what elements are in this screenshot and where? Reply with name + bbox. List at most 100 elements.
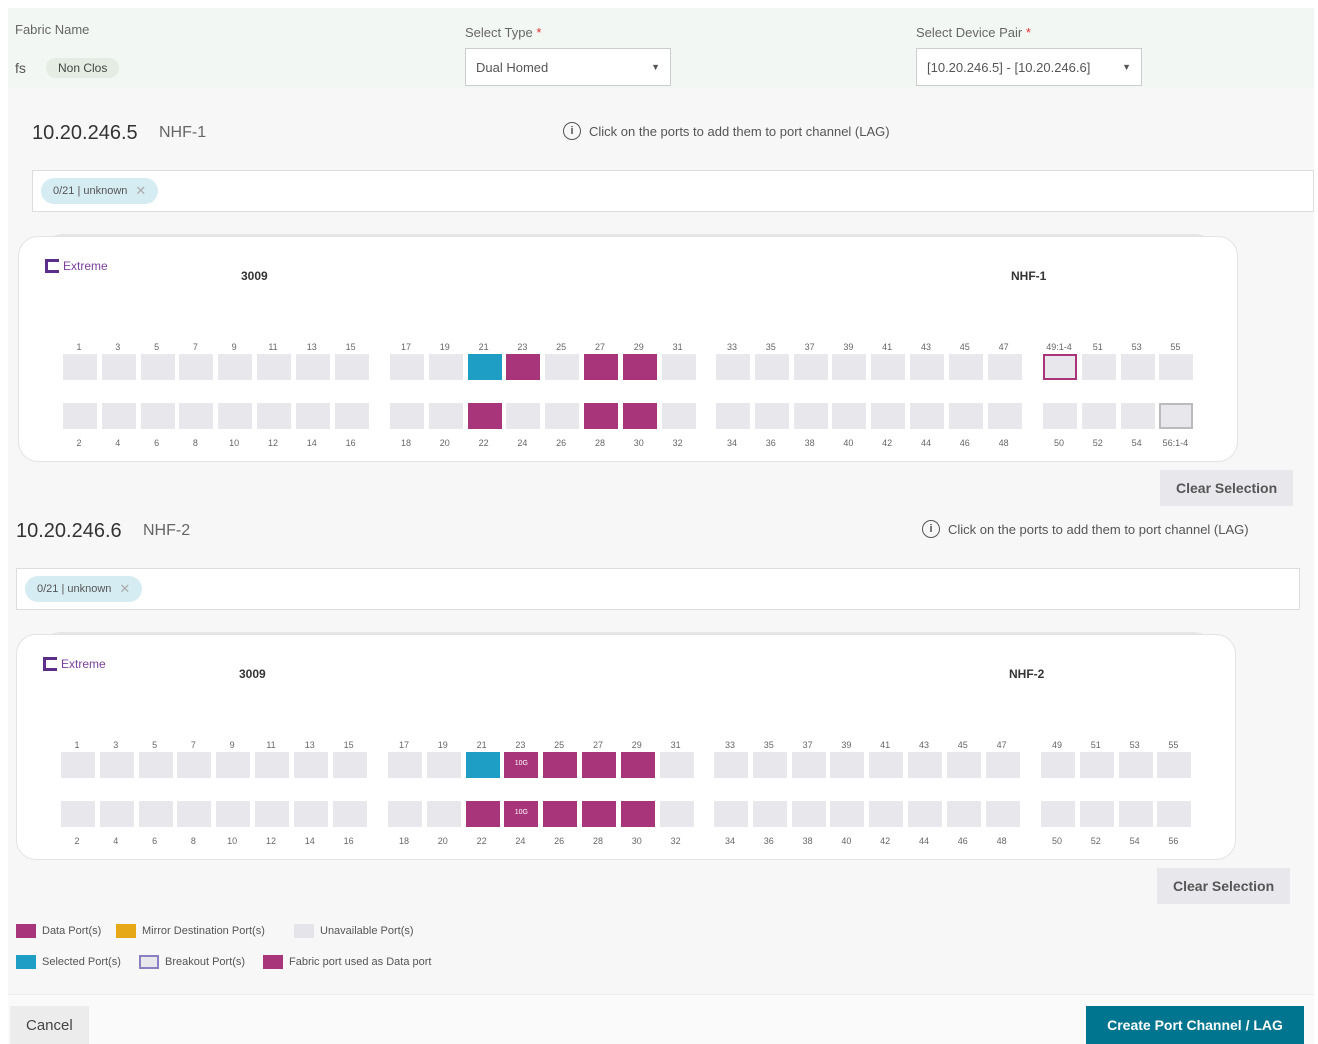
lag-port-input[interactable]: 0/21 | unknown ✕ [32,170,1314,212]
switch-port[interactable] [61,801,95,827]
switch-port[interactable] [869,752,904,778]
switch-port[interactable] [830,752,865,778]
switch-port[interactable] [752,801,787,827]
switch-port[interactable] [140,403,175,429]
switch-port[interactable] [426,801,461,827]
switch-port[interactable] [791,752,826,778]
switch-port[interactable] [1118,752,1153,778]
switch-port[interactable] [257,403,291,429]
switch-port[interactable] [754,354,789,380]
switch-port[interactable] [465,801,500,827]
switch-port[interactable] [218,354,253,380]
switch-port[interactable] [426,752,461,778]
switch-port[interactable] [506,354,541,380]
switch-port[interactable] [334,403,369,429]
switch-port[interactable] [832,354,867,380]
switch-port[interactable] [216,752,251,778]
switch-port[interactable] [871,354,906,380]
switch-port[interactable] [1157,752,1192,778]
switch-port[interactable] [910,354,944,380]
switch-port[interactable] [620,801,655,827]
create-port-channel-button[interactable]: Create Port Channel / LAG [1086,1006,1304,1044]
remove-chip-icon[interactable]: ✕ [119,581,130,597]
remove-chip-icon[interactable]: ✕ [135,183,146,199]
switch-port[interactable] [295,354,330,380]
switch-port[interactable] [295,403,330,429]
switch-port[interactable] [832,403,867,429]
switch-port[interactable] [714,752,748,778]
switch-port[interactable] [946,801,981,827]
switch-port[interactable] [1043,403,1077,429]
switch-port[interactable] [1120,403,1155,429]
switch-port[interactable] [63,354,97,380]
switch-port[interactable] [61,752,95,778]
switch-port[interactable] [467,354,502,380]
switch-port[interactable] [1081,403,1116,429]
switch-port[interactable] [99,752,134,778]
switch-port[interactable] [177,801,212,827]
switch-port[interactable] [332,801,367,827]
switch-port[interactable] [99,801,134,827]
switch-port[interactable] [910,403,944,429]
switch-port[interactable] [661,354,696,380]
switch-port[interactable] [179,354,214,380]
switch-port[interactable] [257,354,291,380]
select-type-dropdown[interactable]: Dual Homed ▼ [465,48,671,86]
switch-port[interactable] [716,354,750,380]
switch-port[interactable] [506,403,541,429]
switch-port[interactable] [465,752,500,778]
switch-port[interactable] [908,752,942,778]
switch-port[interactable] [138,752,173,778]
switch-port[interactable] [985,752,1020,778]
switch-port[interactable] [1043,354,1077,380]
switch-port[interactable] [659,801,694,827]
switch-port[interactable] [622,354,657,380]
switch-port[interactable] [752,752,787,778]
switch-port[interactable] [101,403,136,429]
switch-port[interactable] [1118,801,1153,827]
switch-port[interactable] [140,354,175,380]
switch-port[interactable] [1081,354,1116,380]
switch-port[interactable] [545,354,580,380]
switch-port[interactable] [987,354,1022,380]
switch-port[interactable] [620,752,655,778]
switch-port[interactable] [584,354,618,380]
lag-port-input[interactable]: 0/21 | unknown ✕ [16,568,1300,610]
switch-port[interactable] [714,801,748,827]
switch-port[interactable] [1079,752,1114,778]
switch-port[interactable] [1079,801,1114,827]
switch-port[interactable] [545,403,580,429]
switch-port[interactable] [428,354,463,380]
switch-port[interactable] [830,801,865,827]
switch-port[interactable] [255,752,289,778]
switch-port[interactable] [388,752,422,778]
switch-port[interactable] [293,801,328,827]
switch-port[interactable] [388,801,422,827]
switch-port[interactable] [138,801,173,827]
switch-port[interactable] [987,403,1022,429]
switch-port[interactable] [63,403,97,429]
switch-port[interactable] [1159,354,1194,380]
clear-selection-button[interactable]: Clear Selection [1157,868,1291,904]
switch-port[interactable] [177,752,212,778]
switch-port[interactable] [869,801,904,827]
switch-port[interactable] [985,801,1020,827]
switch-port[interactable] [390,403,424,429]
switch-port[interactable] [622,403,657,429]
switch-port[interactable] [793,403,828,429]
switch-port[interactable] [1041,801,1075,827]
cancel-button[interactable]: Cancel [10,1006,89,1044]
switch-port[interactable] [871,403,906,429]
switch-port[interactable] [1120,354,1155,380]
switch-port[interactable] [793,354,828,380]
switch-port[interactable] [467,403,502,429]
switch-port[interactable] [582,801,616,827]
switch-port[interactable] [584,403,618,429]
switch-port[interactable] [908,801,942,827]
switch-port[interactable] [428,403,463,429]
switch-port[interactable] [390,354,424,380]
switch-port[interactable] [293,752,328,778]
switch-port[interactable] [334,354,369,380]
switch-port[interactable] [661,403,696,429]
switch-port[interactable]: 10G [504,801,539,827]
